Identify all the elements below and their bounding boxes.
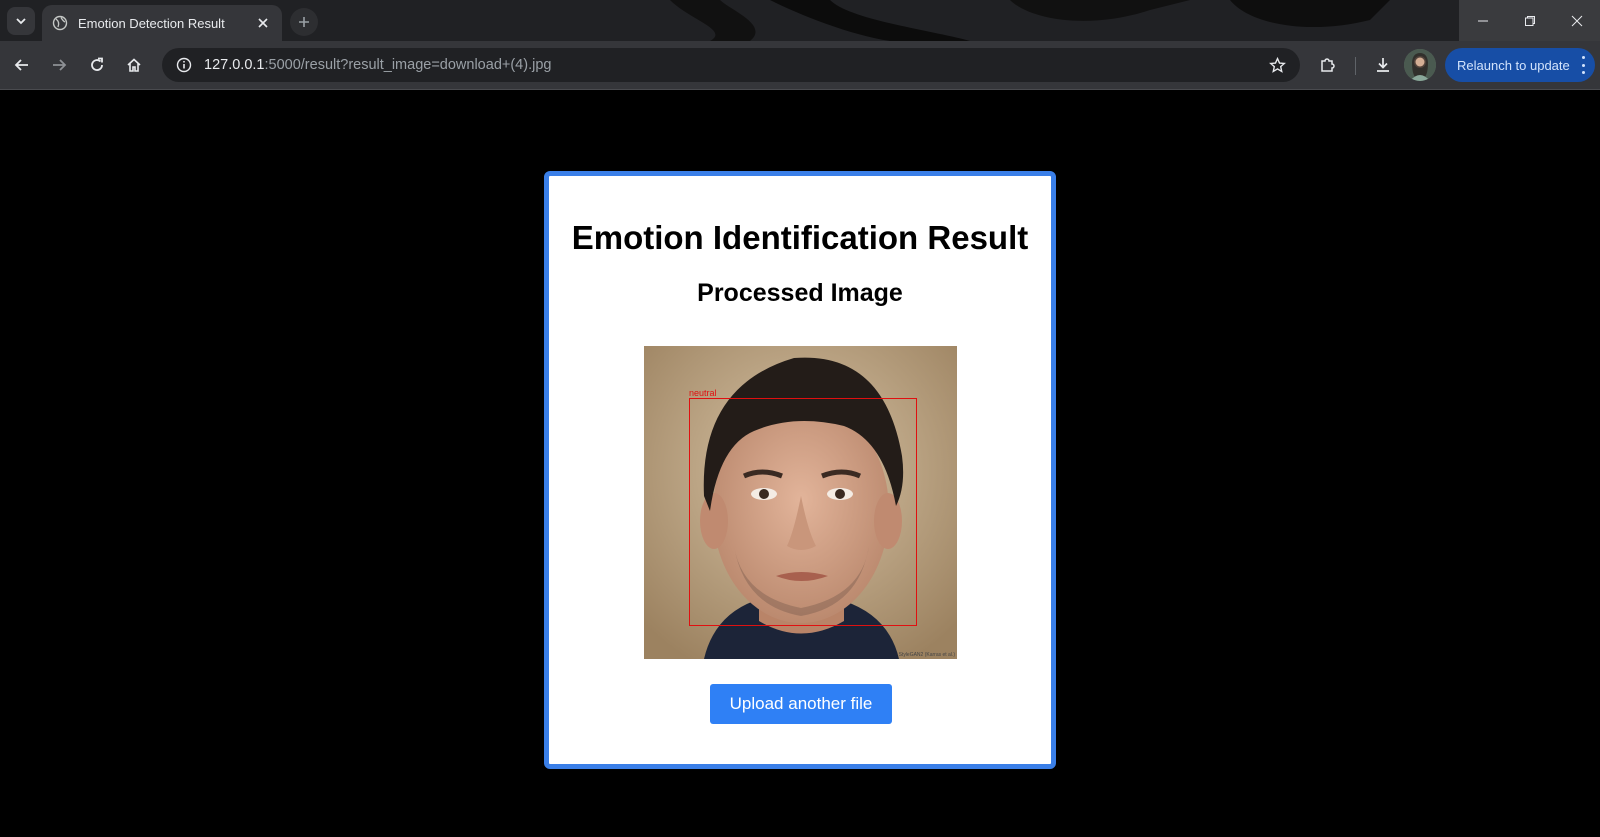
tab-active[interactable]: Emotion Detection Result — [42, 5, 282, 41]
forward-button[interactable] — [45, 51, 73, 79]
relaunch-label: Relaunch to update — [1457, 57, 1570, 73]
reload-icon — [91, 57, 103, 71]
star-icon[interactable] — [1266, 54, 1288, 76]
info-icon[interactable] — [174, 55, 194, 75]
upload-another-file-button[interactable]: Upload another file — [710, 684, 892, 724]
download-icon — [1377, 58, 1389, 72]
profile-avatar[interactable] — [1404, 49, 1436, 81]
emotion-label: neutral — [689, 388, 717, 398]
theme-artwork — [670, 0, 1390, 41]
extensions-button[interactable] — [1314, 51, 1342, 79]
url-host: 127.0.0.1 — [204, 57, 265, 73]
result-card: Emotion Identification Result Processed … — [544, 171, 1056, 769]
face-bounding-box — [689, 398, 917, 626]
address-bar[interactable]: 127.0.0.1:5000/result?result_image=downl… — [162, 48, 1300, 82]
plus-icon — [299, 17, 309, 27]
tab-search-button[interactable] — [7, 7, 35, 35]
toolbar-divider — [1355, 57, 1356, 75]
page-viewport: Emotion Identification Result Processed … — [0, 91, 1600, 837]
page-title: Emotion Identification Result — [571, 219, 1029, 256]
section-title: Processed Image — [697, 279, 903, 307]
url-path: :5000/result?result_image=download+(4).j… — [264, 57, 552, 73]
image-watermark: StyleGAN2 (Karras et al.) — [898, 652, 955, 658]
globe-icon — [52, 15, 68, 31]
downloads-button[interactable] — [1369, 51, 1397, 79]
restore-button[interactable] — [1506, 0, 1553, 41]
window-close-button[interactable] — [1553, 0, 1600, 41]
close-icon — [1571, 15, 1582, 26]
reload-button[interactable] — [83, 51, 111, 79]
minimize-button[interactable] — [1459, 0, 1506, 41]
back-button[interactable] — [8, 51, 36, 79]
close-icon[interactable] — [254, 14, 272, 32]
new-tab-button[interactable] — [290, 8, 318, 36]
restore-icon — [1524, 15, 1535, 26]
browser-toolbar: 127.0.0.1:5000/result?result_image=downl… — [0, 41, 1600, 90]
home-button[interactable] — [120, 51, 148, 79]
processed-image: neutral StyleGAN2 (Karras et al.) — [644, 346, 957, 659]
extensions-icon — [1321, 58, 1335, 72]
tab-title: Emotion Detection Result — [78, 15, 225, 31]
back-icon — [14, 59, 28, 71]
forward-icon — [53, 59, 67, 71]
tab-strip: Emotion Detection Result — [0, 0, 1600, 41]
home-icon — [127, 58, 141, 72]
relaunch-update-button[interactable]: Relaunch to update — [1445, 48, 1595, 82]
menu-icon[interactable] — [1581, 56, 1585, 74]
minimize-icon — [1477, 20, 1488, 21]
url-text[interactable]: 127.0.0.1:5000/result?result_image=downl… — [204, 57, 1266, 73]
chevron-down-icon — [16, 18, 26, 25]
